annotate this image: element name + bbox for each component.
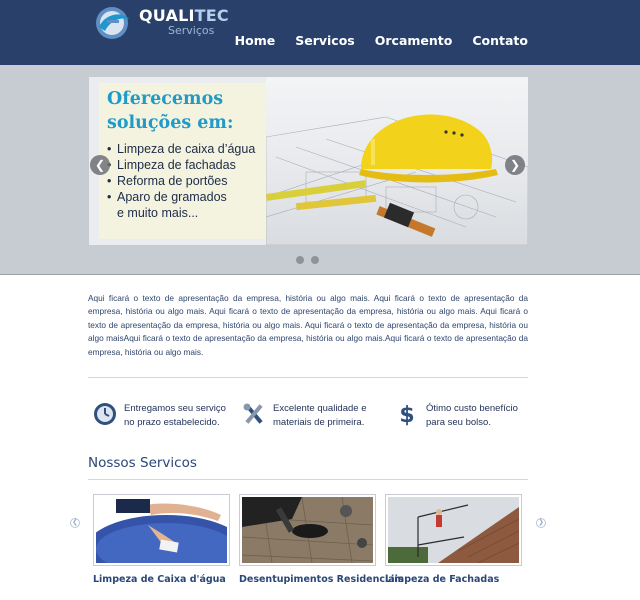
logo-icon[interactable] [93, 5, 133, 41]
slide-list-item: Aparo de gramados [107, 189, 258, 205]
service-card-fachadas[interactable]: Limpeza de Fachadas [385, 494, 522, 585]
facade-cleaning-image [388, 497, 519, 563]
carousel-next-button[interactable]: ❯ [536, 518, 546, 528]
hero-slider: Oferecemos soluções em: Limpeza de caixa… [0, 65, 640, 275]
chevron-right-icon: ❯ [538, 519, 544, 526]
divider [88, 377, 528, 378]
slide-list-item: Limpeza de fachadas [107, 157, 258, 173]
feature-quality: Excelente qualidade e materiais de prime… [242, 402, 393, 430]
slide-list-item: Reforma de portões [107, 173, 258, 189]
clock-icon [94, 403, 116, 425]
slide-list-item: Limpeza de caixa d’água [107, 141, 258, 157]
services-title: Nossos Servicos [88, 455, 197, 471]
feature-text: Ótimo custo benefício para seu bolso. [426, 402, 546, 430]
intro-text: Aqui ficará o texto de apresentação da e… [88, 293, 528, 357]
slider-pagination [296, 256, 319, 264]
slide: Oferecemos soluções em: Limpeza de caixa… [89, 77, 528, 245]
slider-dot[interactable] [296, 256, 304, 264]
nav-item-servicos[interactable]: Servicos [295, 33, 355, 48]
carousel-prev-button[interactable]: ❮ [70, 518, 80, 528]
chevron-left-icon: ❮ [94, 158, 106, 172]
slide-title-line1: Oferecemos [107, 89, 224, 109]
slide-more-text: e muito mais... [117, 206, 199, 220]
feature-line: Ótimo custo benefício [426, 403, 518, 414]
nav-item-home[interactable]: Home [235, 33, 276, 48]
slide-list: Limpeza de caixa d’água Limpeza de facha… [107, 141, 258, 205]
feature-price: $ Ótimo custo benefício para seu bolso. [395, 402, 546, 430]
divider [88, 479, 528, 480]
feature-line: materiais de primeira. [273, 417, 365, 428]
service-caption: Limpeza de Fachadas [385, 574, 500, 585]
main-nav: Home Servicos Orcamento Contato [235, 33, 528, 48]
water-tank-cleaning-image [96, 497, 227, 563]
chevron-right-icon: ❯ [509, 158, 521, 172]
service-card-desentupimentos[interactable]: Desentupimentos Residenciais [239, 494, 404, 585]
service-image [93, 494, 230, 566]
slider-next-button[interactable]: ❯ [505, 155, 525, 175]
feature-line: no prazo estabelecido. [124, 417, 220, 428]
slide-text-panel: Oferecemos soluções em: Limpeza de caixa… [99, 83, 266, 239]
brand-name: QUALITEC [139, 6, 229, 25]
service-card-caixa-dagua[interactable]: Limpeza de Caixa d'água [93, 494, 230, 585]
brand-subtitle: Serviços [168, 24, 215, 37]
feature-text: Entregamos seu serviço no prazo estabele… [124, 402, 244, 430]
service-image [385, 494, 522, 566]
feature-deadline: Entregamos seu serviço no prazo estabele… [93, 402, 244, 430]
dollar-icon: $ [399, 403, 414, 426]
slide-title-line2: soluções em: [107, 113, 234, 133]
tools-icon [243, 403, 263, 424]
service-caption: Desentupimentos Residenciais [239, 574, 404, 585]
site-header: QUALITEC Serviços Home Servicos Orcament… [0, 0, 640, 65]
service-image [239, 494, 376, 566]
nav-item-orcamento[interactable]: Orcamento [375, 33, 453, 48]
feature-line: para seu bolso. [426, 417, 491, 428]
nav-item-contato[interactable]: Contato [472, 33, 528, 48]
feature-line: Excelente qualidade e [273, 403, 367, 414]
service-caption: Limpeza de Caixa d'água [93, 574, 226, 585]
helmet-blueprint-image [265, 114, 528, 245]
svg-text:$: $ [399, 403, 414, 426]
feature-line: Entregamos seu serviço [124, 403, 226, 414]
chevron-left-icon: ❮ [72, 519, 78, 526]
slider-prev-button[interactable]: ❮ [90, 155, 110, 175]
feature-text: Excelente qualidade e materiais de prime… [273, 402, 393, 430]
drain-unclogging-image [242, 497, 373, 563]
slide-photo [265, 77, 528, 245]
slider-dot[interactable] [311, 256, 319, 264]
